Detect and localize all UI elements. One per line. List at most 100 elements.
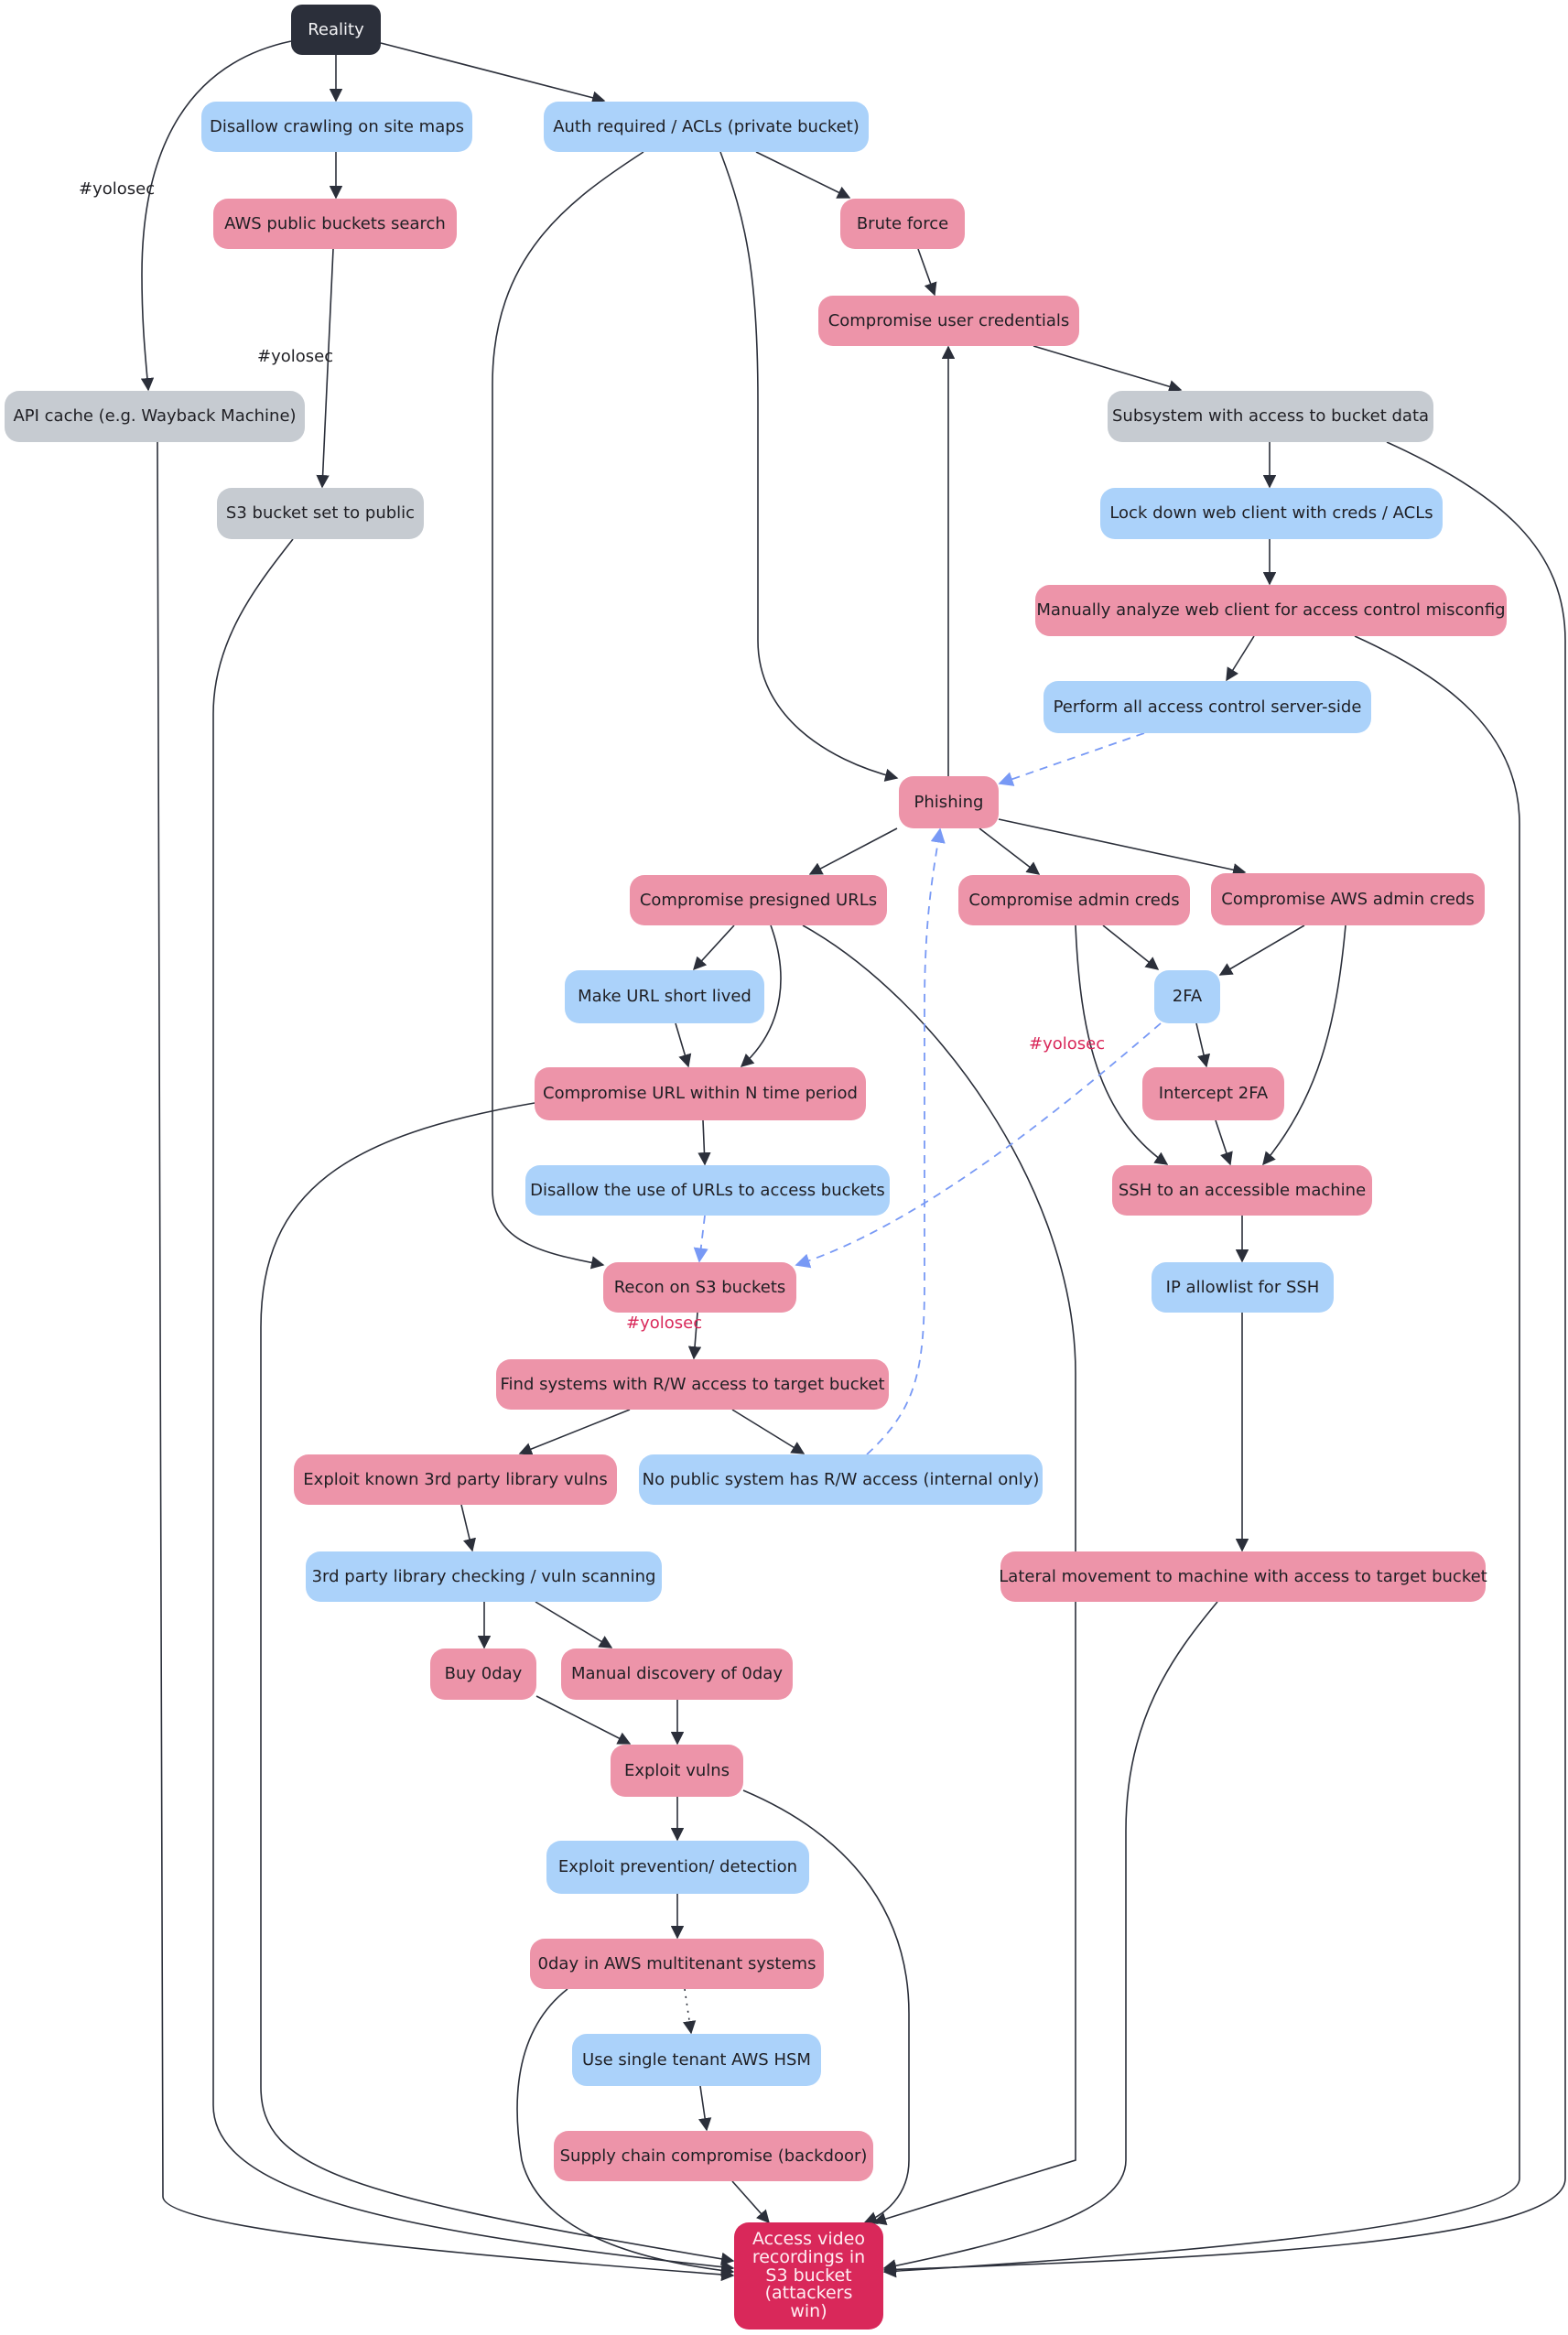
node-label: Perform all access control server-side [1053, 697, 1362, 717]
edge-label-yolosec: #yolosec [257, 347, 334, 366]
node-label: Exploit prevention/ detection [557, 1857, 798, 1877]
node-label: Compromise AWS admin creds [1221, 889, 1475, 909]
node-exploit-prevention[interactable]: Exploit prevention/ detection [546, 1841, 809, 1894]
node-make-url-short-lived[interactable]: Make URL short lived [565, 970, 764, 1023]
node-compromise-aws-admin-creds[interactable]: Compromise AWS admin creds [1211, 873, 1485, 925]
node-reality[interactable]: Reality [291, 5, 381, 55]
node-exploit-vulns[interactable]: Exploit vulns [611, 1745, 743, 1797]
node-label: API cache (e.g. Wayback Machine) [13, 406, 297, 427]
edge-disallow-urls-to-recon-s3 [693, 1215, 708, 1263]
node-ip-allowlist-ssh[interactable]: IP allowlist for SSH [1152, 1262, 1334, 1313]
node-label: Disallow crawling on site maps [209, 116, 465, 136]
node-label: No public system has R/W access (interna… [642, 1469, 1040, 1489]
node-label: Lock down web client with creds / ACLs [1109, 503, 1433, 524]
node-disallow-urls[interactable]: Disallow the use of URLs to access bucke… [525, 1165, 890, 1216]
edge-label-yolosec: #yolosec [626, 1313, 703, 1333]
edge-brute-force-to-compromise-user-creds [917, 248, 937, 297]
node-label: Exploit vulns [623, 1760, 730, 1780]
node-label: Compromise user credentials [827, 310, 1070, 330]
node-auth-required[interactable]: Auth required / ACLs (private bucket) [544, 102, 869, 152]
node-3rd-party-library-checking[interactable]: 3rd party library checking / vuln scanni… [306, 1551, 662, 1602]
node-lock-down-web-client[interactable]: Lock down web client with creds / ACLs [1100, 488, 1443, 539]
node-0day-aws-multitenant[interactable]: 0day in AWS multitenant systems [530, 1939, 824, 1989]
node-label: SSH to an accessible machine [1118, 1180, 1367, 1200]
node-manual-discovery-0day[interactable]: Manual discovery of 0day [561, 1649, 793, 1700]
node-label: Buy 0day [444, 1664, 523, 1684]
node-label: Intercept 2FA [1158, 1084, 1269, 1104]
node-label: Subsystem with access to bucket data [1111, 406, 1430, 427]
node-api-cache[interactable]: API cache (e.g. Wayback Machine) [5, 391, 305, 442]
node-subsystem[interactable]: Subsystem with access to bucket data [1108, 391, 1433, 442]
node-aws-public-buckets-search[interactable]: AWS public buckets search [213, 199, 457, 249]
edge-phishing-to-admin-creds [979, 827, 1041, 875]
node-compromise-url-within-n[interactable]: Compromise URL within N time period [535, 1067, 866, 1120]
node-server-side-access-control[interactable]: Perform all access control server-side [1044, 681, 1371, 733]
edge-label-yolosec: #yolosec [1029, 1034, 1106, 1054]
node-buy-0day[interactable]: Buy 0day [430, 1649, 536, 1700]
edge-phishing-to-presigned-urls [808, 827, 898, 875]
node-supply-chain-compromise[interactable]: Supply chain compromise (backdoor) [554, 2131, 873, 2181]
edge-aws-public-search-to-s3-public [316, 248, 334, 489]
node-2fa[interactable]: 2FA [1154, 970, 1220, 1023]
node-label: Manually analyze web client for access c… [1036, 600, 1506, 621]
edge-url-within-n-to-disallow-urls [697, 1119, 711, 1166]
node-label: 0day in AWS multitenant systems [537, 1953, 816, 1973]
edge-admin-creds-to-twofa [1102, 924, 1160, 970]
node-label: Compromise URL within N time period [543, 1084, 858, 1104]
node-label: Compromise presigned URLs [639, 890, 878, 910]
node-label: Make URL short lived [578, 987, 752, 1007]
edge-intercept-2fa-to-ssh-machine [1215, 1119, 1233, 1166]
edge-twofa-to-recon-s3 [795, 1022, 1162, 1269]
node-goal-access-video-recordings[interactable]: Access video recordings in S3 bucket (at… [734, 2222, 883, 2330]
edge-exploit-3rd-party-to-lib-checking [460, 1504, 476, 1552]
node-label: Find systems with R/W access to target b… [500, 1374, 885, 1394]
edge-single-tenant-hsm-to-supply-chain [698, 2085, 712, 2132]
node-label: Lateral movement to machine with access … [999, 1566, 1487, 1586]
node-manually-analyze-web-client[interactable]: Manually analyze web client for access c… [1035, 585, 1507, 636]
node-label: Compromise admin creds [968, 890, 1180, 910]
node-compromise-admin-creds[interactable]: Compromise admin creds [958, 875, 1190, 925]
edge-manually-analyze-to-server-side [1226, 635, 1255, 682]
edge-find-systems-to-no-public-rw [731, 1409, 806, 1454]
node-phishing[interactable]: Phishing [899, 776, 999, 828]
node-label: AWS public buckets search [224, 213, 446, 233]
edge-reality-to-auth-required [380, 42, 606, 104]
node-label: Use single tenant AWS HSM [582, 2049, 811, 2070]
node-label: S3 bucket set to public [225, 503, 416, 524]
node-s3-bucket-public[interactable]: S3 bucket set to public [217, 488, 424, 539]
edge-short-lived-to-url-within-n [675, 1022, 692, 1068]
node-label: Access video recordings in S3 bucket (at… [752, 2228, 866, 2322]
node-lateral-movement[interactable]: Lateral movement to machine with access … [999, 1551, 1487, 1602]
edge-aws-multitenant-to-single-tenant-hsm [683, 1988, 697, 2035]
node-label: Phishing [914, 792, 984, 812]
node-intercept-2fa[interactable]: Intercept 2FA [1142, 1067, 1284, 1120]
edge-label-yolosec: #yolosec [79, 179, 156, 199]
node-recon-s3-buckets[interactable]: Recon on S3 buckets [603, 1262, 796, 1313]
edge-supply-chain-to-goal [731, 2180, 770, 2224]
edge-compromise-user-creds-to-subsystem [1033, 345, 1183, 394]
node-compromise-user-credentials[interactable]: Compromise user credentials [818, 296, 1079, 346]
node-label: Reality [308, 19, 364, 39]
edge-aws-admin-creds-to-twofa [1218, 924, 1305, 976]
node-brute-force[interactable]: Brute force [840, 199, 965, 249]
node-label: IP allowlist for SSH [1165, 1277, 1320, 1297]
edge-server-side-to-phishing [998, 732, 1145, 786]
node-exploit-3rd-party-vulns[interactable]: Exploit known 3rd party library vulns [294, 1454, 617, 1505]
node-label: Brute force [856, 213, 949, 233]
node-single-tenant-hsm[interactable]: Use single tenant AWS HSM [572, 2034, 821, 2086]
edge-buy-0day-to-exploit-vulns [535, 1695, 632, 1745]
edge-lib-checking-to-manual-0day [535, 1601, 613, 1649]
node-label: Auth required / ACLs (private bucket) [553, 116, 860, 136]
node-disallow-crawling[interactable]: Disallow crawling on site maps [201, 102, 472, 152]
node-label: Recon on S3 buckets [613, 1277, 786, 1297]
node-no-public-rw-access[interactable]: No public system has R/W access (interna… [639, 1454, 1043, 1505]
node-compromise-presigned-urls[interactable]: Compromise presigned URLs [630, 875, 887, 925]
node-find-systems-rw[interactable]: Find systems with R/W access to target b… [496, 1359, 889, 1410]
edge-find-systems-to-exploit-3rd-party [518, 1409, 631, 1455]
node-label: Disallow the use of URLs to access bucke… [530, 1180, 885, 1200]
node-label: Manual discovery of 0day [571, 1664, 783, 1684]
node-label: Exploit known 3rd party library vulns [303, 1469, 608, 1489]
edge-twofa-to-intercept-2fa [1195, 1022, 1211, 1068]
edge-auth-required-to-brute-force [755, 151, 851, 199]
node-ssh-accessible-machine[interactable]: SSH to an accessible machine [1112, 1165, 1372, 1216]
